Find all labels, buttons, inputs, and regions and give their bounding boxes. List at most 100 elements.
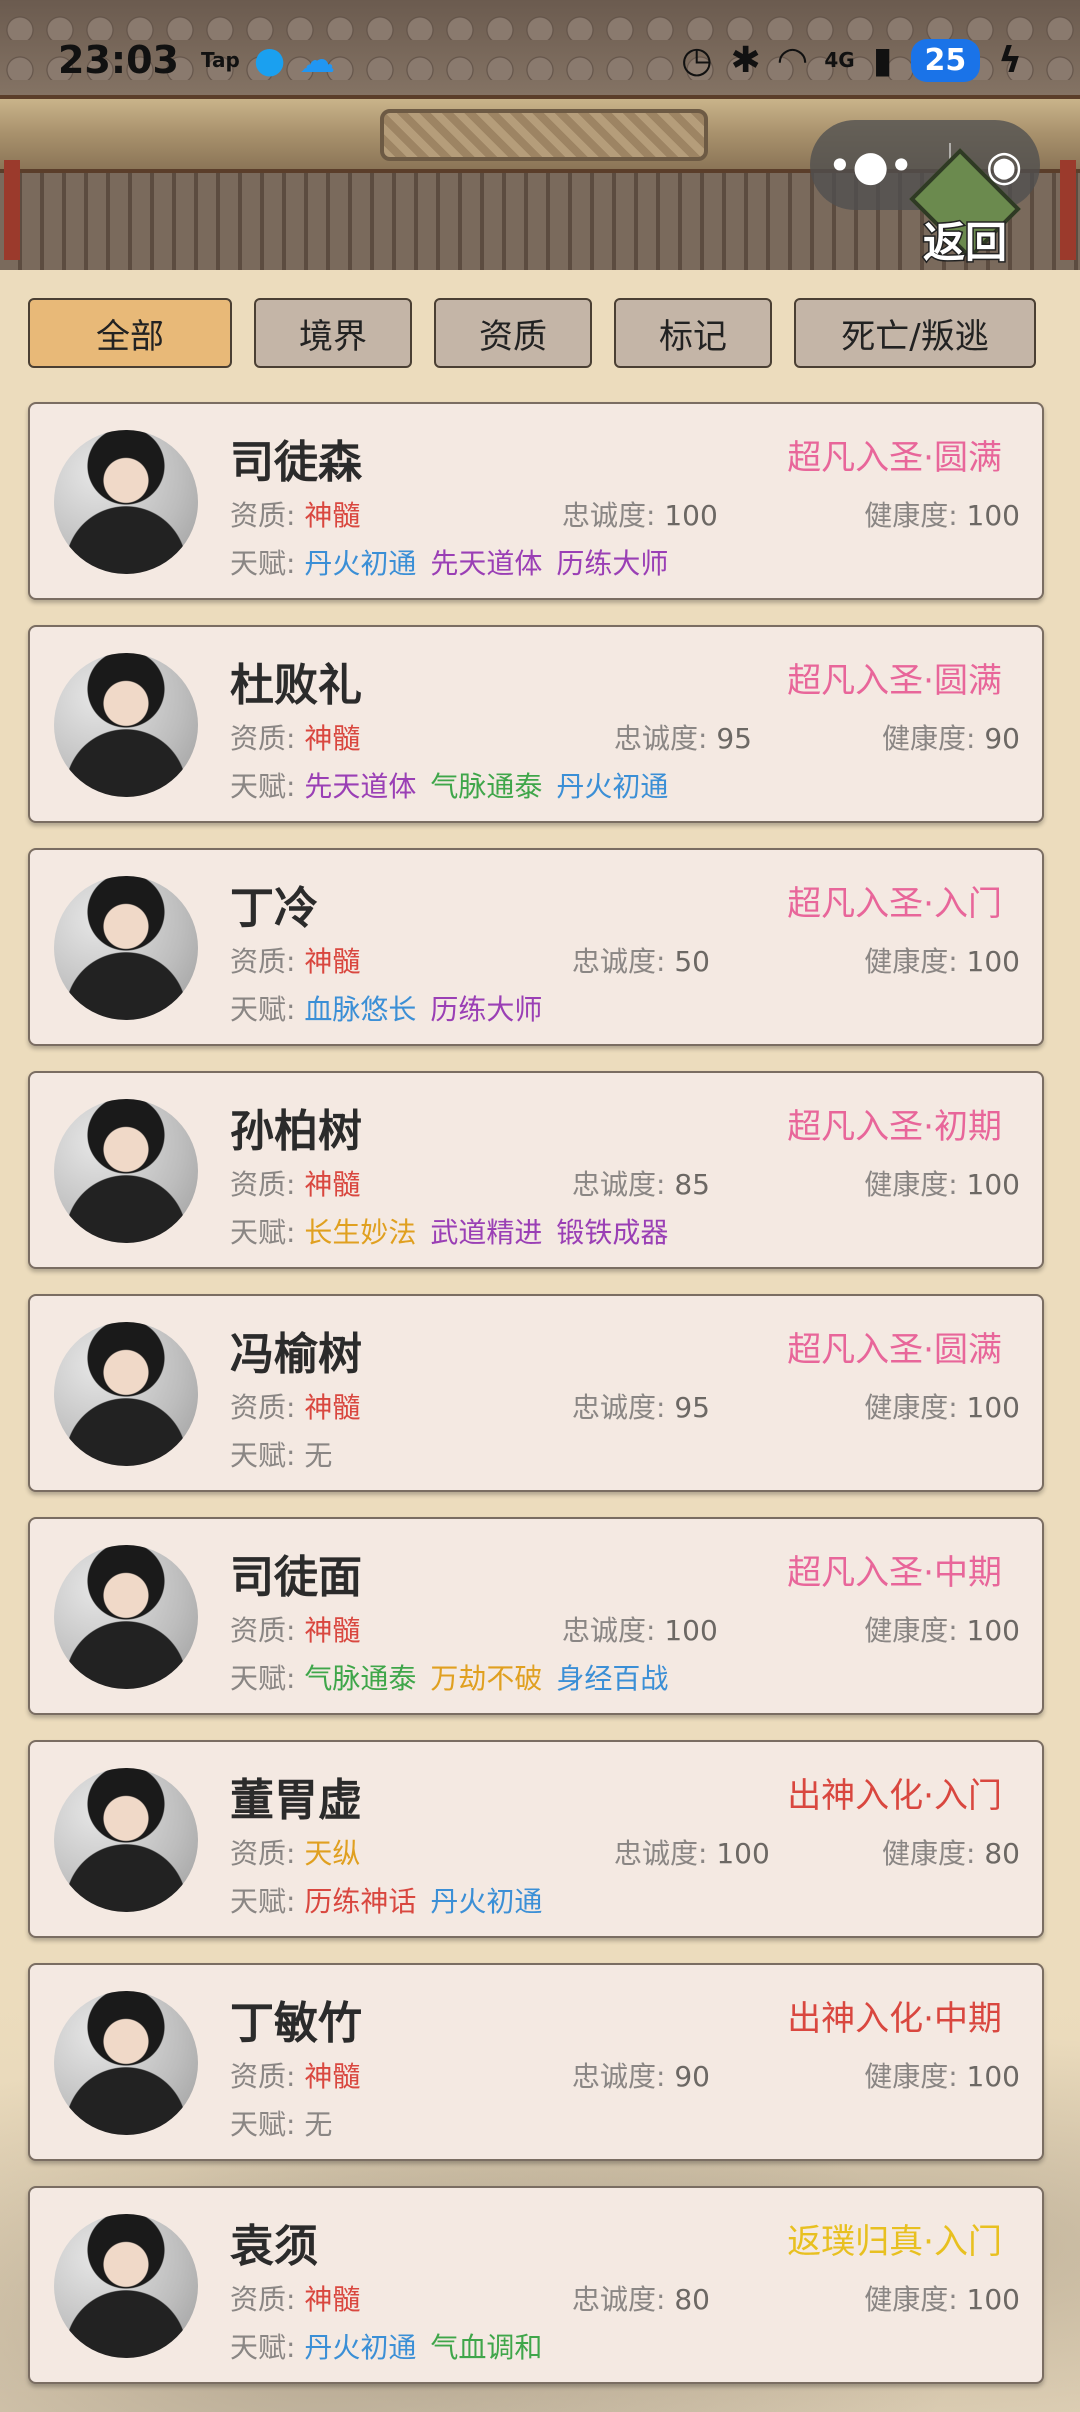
loyalty-label: 忠诚度: <box>614 1837 708 1870</box>
back-button[interactable]: 返回 <box>900 148 1030 270</box>
right-pillar <box>1060 160 1076 260</box>
disciple-card[interactable]: 孙柏树 超凡入圣·初期 资质: 神髓 忠诚度: 85 健康度: 100 天赋: … <box>28 1071 1044 1269</box>
disciple-talents: 天赋: 长生妙法 武道精进 锻铁成器 <box>230 1211 682 1251</box>
filter-tabs: 全部 境界 资质 标记 死亡/叛逃 <box>28 298 1036 368</box>
health-value: 80 <box>984 1837 1020 1870</box>
disciple-stats: 资质: 神髓 忠诚度: 95 健康度: 100 <box>230 1386 1020 1426</box>
loyalty-value: 85 <box>674 1168 710 1201</box>
disciple-card[interactable]: 杜败礼 超凡入圣·圆满 资质: 神髓 忠诚度: 95 健康度: 90 天赋: 先… <box>28 625 1044 823</box>
aptitude-label: 资质: <box>230 2060 296 2093</box>
loyalty: 忠诚度: 95 <box>572 1386 710 1426</box>
loyalty-value: 50 <box>674 945 710 978</box>
tab-all[interactable]: 全部 <box>28 298 232 368</box>
back-label: 返回 <box>921 217 1008 269</box>
disciple-stats: 资质: 神髓 忠诚度: 100 健康度: 100 <box>230 494 1020 534</box>
loyalty: 忠诚度: 100 <box>562 494 718 534</box>
disciple-stats: 资质: 天纵 忠诚度: 100 健康度: 80 <box>230 1832 1020 1872</box>
tap-icon: Tap <box>200 48 240 72</box>
talent-tag: 丹火初通 <box>430 1885 543 1918</box>
left-pillar <box>4 160 20 260</box>
health-value: 100 <box>966 1168 1020 1201</box>
tab-mark[interactable]: 标记 <box>614 298 772 368</box>
disciple-avatar <box>54 2214 198 2358</box>
health-label: 健康度: <box>864 2283 958 2316</box>
disciple-card[interactable]: 丁冷 超凡入圣·入门 资质: 神髓 忠诚度: 50 健康度: 100 天赋: 血… <box>28 848 1044 1046</box>
loyalty-label: 忠诚度: <box>614 722 708 755</box>
disciple-realm: 超凡入圣·圆满 <box>787 438 1002 478</box>
talent-label: 天赋: <box>230 2331 296 2364</box>
talent-label: 天赋: <box>230 1216 296 1249</box>
disciple-name: 司徒森 <box>230 437 362 488</box>
loyalty: 忠诚度: 100 <box>614 1832 770 1872</box>
disciple-realm: 超凡入圣·圆满 <box>787 1330 1002 1370</box>
tab-realm[interactable]: 境界 <box>254 298 412 368</box>
loyalty-value: 100 <box>716 1837 770 1870</box>
alarm-icon: ◷ <box>681 39 713 81</box>
aptitude-value: 神髓 <box>304 1391 361 1424</box>
loyalty-value: 100 <box>664 1614 718 1647</box>
disciple-stats: 资质: 神髓 忠诚度: 50 健康度: 100 <box>230 940 1020 980</box>
talent-tag: 气脉通泰 <box>304 1662 417 1695</box>
disciple-talents: 天赋: 无 <box>230 1434 346 1474</box>
aptitude-value: 神髓 <box>304 722 361 755</box>
talent-label: 天赋: <box>230 2108 296 2141</box>
loyalty-label: 忠诚度: <box>572 2283 666 2316</box>
aptitude-label: 资质: <box>230 499 296 532</box>
health: 健康度: 100 <box>864 2278 1020 2318</box>
talent-label: 天赋: <box>230 993 296 1026</box>
disciple-stats: 资质: 神髓 忠诚度: 95 健康度: 90 <box>230 717 1020 757</box>
aptitude-value: 神髓 <box>304 945 361 978</box>
disciple-card[interactable]: 袁须 返璞归真·入门 资质: 神髓 忠诚度: 80 健康度: 100 天赋: 丹… <box>28 2186 1044 2384</box>
health-value: 100 <box>966 499 1020 532</box>
disciple-name: 冯榆树 <box>230 1329 362 1380</box>
disciple-avatar <box>54 876 198 1020</box>
aptitude-value: 神髓 <box>304 1614 361 1647</box>
disciple-avatar <box>54 1768 198 1912</box>
disciple-avatar <box>54 1991 198 2135</box>
status-bar: 23:03 Tap ● ☁ ◷ ✱ ◠ 4G ▮ 25 ϟ <box>0 0 1080 120</box>
loyalty-label: 忠诚度: <box>572 2060 666 2093</box>
loyalty: 忠诚度: 90 <box>572 2055 710 2095</box>
health-label: 健康度: <box>864 499 958 532</box>
talent-tag: 历练大师 <box>556 547 669 580</box>
health: 健康度: 90 <box>882 717 1020 757</box>
talent-label: 天赋: <box>230 770 296 803</box>
disciple-talents: 天赋: 丹火初通 气血调和 <box>230 2326 556 2366</box>
disciple-card[interactable]: 冯榆树 超凡入圣·圆满 资质: 神髓 忠诚度: 95 健康度: 100 天赋: … <box>28 1294 1044 1492</box>
disciple-card[interactable]: 丁敏竹 出神入化·中期 资质: 神髓 忠诚度: 90 健康度: 100 天赋: … <box>28 1963 1044 2161</box>
talent-tag: 气血调和 <box>430 2331 543 2364</box>
talent-label: 天赋: <box>230 1885 296 1918</box>
disciple-card[interactable]: 董胃虚 出神入化·入门 资质: 天纵 忠诚度: 100 健康度: 80 天赋: … <box>28 1740 1044 1938</box>
aptitude-label: 资质: <box>230 1391 296 1424</box>
talent-tag: 历练神话 <box>304 1885 417 1918</box>
disciple-realm: 超凡入圣·中期 <box>787 1553 1002 1593</box>
disciple-card[interactable]: 司徒面 超凡入圣·中期 资质: 神髓 忠诚度: 100 健康度: 100 天赋:… <box>28 1517 1044 1715</box>
disciple-talents: 天赋: 丹火初通 先天道体 历练大师 <box>230 542 682 582</box>
disciple-name: 孙柏树 <box>230 1106 362 1157</box>
health: 健康度: 100 <box>864 940 1020 980</box>
health-value: 90 <box>984 722 1020 755</box>
talent-label: 天赋: <box>230 1439 296 1472</box>
health: 健康度: 100 <box>864 1163 1020 1203</box>
disciple-avatar <box>54 1545 198 1689</box>
disciple-name: 袁须 <box>230 2221 318 2272</box>
loyalty-label: 忠诚度: <box>572 945 666 978</box>
aptitude-label: 资质: <box>230 2283 296 2316</box>
talent-tag: 锻铁成器 <box>556 1216 669 1249</box>
tab-dead-defected[interactable]: 死亡/叛逃 <box>794 298 1036 368</box>
tab-aptitude[interactable]: 资质 <box>434 298 592 368</box>
signal-icon: ▮ <box>872 39 893 81</box>
disciple-talents: 天赋: 历练神话 丹火初通 <box>230 1880 556 1920</box>
loyalty-label: 忠诚度: <box>572 1391 666 1424</box>
disciple-card[interactable]: 司徒森 超凡入圣·圆满 资质: 神髓 忠诚度: 100 健康度: 100 天赋:… <box>28 402 1044 600</box>
talent-tag: 历练大师 <box>430 993 543 1026</box>
aptitude-value: 神髓 <box>304 2060 361 2093</box>
aptitude-label: 资质: <box>230 1614 296 1647</box>
disciple-list: 司徒森 超凡入圣·圆满 资质: 神髓 忠诚度: 100 健康度: 100 天赋:… <box>28 402 1044 2409</box>
aptitude-value: 神髓 <box>304 1168 361 1201</box>
aptitude-value: 天纵 <box>304 1837 361 1870</box>
disciple-name: 杜败礼 <box>230 660 362 711</box>
health-label: 健康度: <box>882 722 976 755</box>
talent-tag: 气脉通泰 <box>430 770 543 803</box>
talent-tag: 丹火初通 <box>556 770 669 803</box>
